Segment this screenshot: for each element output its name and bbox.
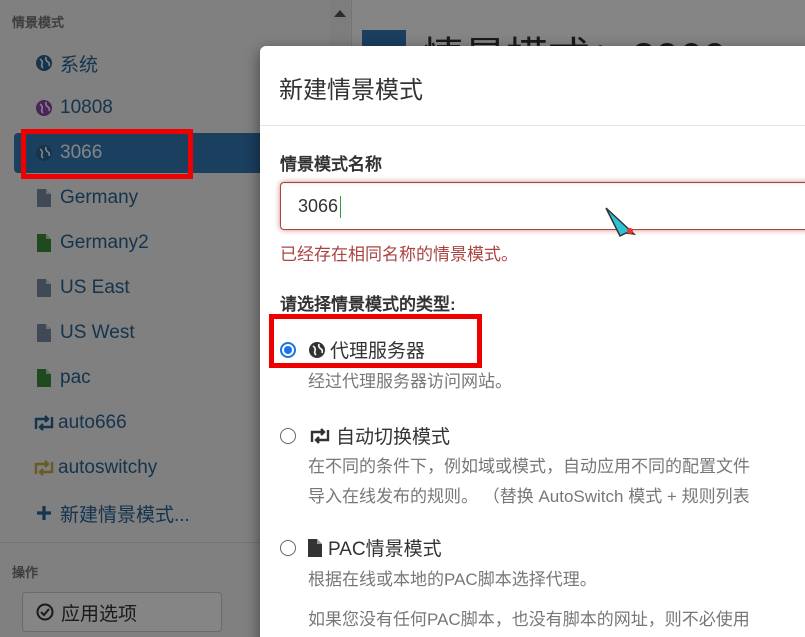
option-auto-switch[interactable]: 自动切换模式 xyxy=(280,422,450,449)
option-pac-profile[interactable]: PAC情景模式 xyxy=(280,534,442,561)
option-label: PAC情景模式 xyxy=(328,539,442,560)
proxy-server-help: 经过代理服务器访问网站。 xyxy=(308,372,512,391)
pac-profile-help-line-2: 如果您没有任何PAC脚本，也没有脚本的网址，则不必使用 xyxy=(308,610,750,629)
file-icon xyxy=(308,538,322,557)
retweet-icon xyxy=(308,427,332,444)
auto-switch-help-line-1: 在不同的条件下，例如域或模式，自动应用不同的配置文件 xyxy=(308,457,750,476)
highlight-box-proxy-option xyxy=(269,314,482,368)
auto-switch-radio[interactable] xyxy=(280,427,296,444)
text-caret xyxy=(340,196,341,218)
pac-profile-help-line-1: 根据在线或本地的PAC脚本选择代理。 xyxy=(308,570,597,589)
profile-name-input[interactable] xyxy=(280,182,805,230)
dialog-title: 新建情景模式 xyxy=(260,46,805,126)
mouse-pointer-icon xyxy=(604,206,638,243)
profile-type-label: 请选择情景模式的类型: xyxy=(280,295,456,314)
auto-switch-help-line-2: 导入在线发布的规则。 （替换 AutoSwitch 模式 + 规则列表 xyxy=(308,487,750,506)
pac-profile-radio[interactable] xyxy=(280,539,296,556)
highlight-box-sidebar-3066 xyxy=(21,129,193,179)
option-label: 自动切换模式 xyxy=(336,427,451,448)
name-error-message: 已经存在相同名称的情景模式。 xyxy=(280,245,518,264)
profile-name-label: 情景模式名称 xyxy=(280,155,382,174)
